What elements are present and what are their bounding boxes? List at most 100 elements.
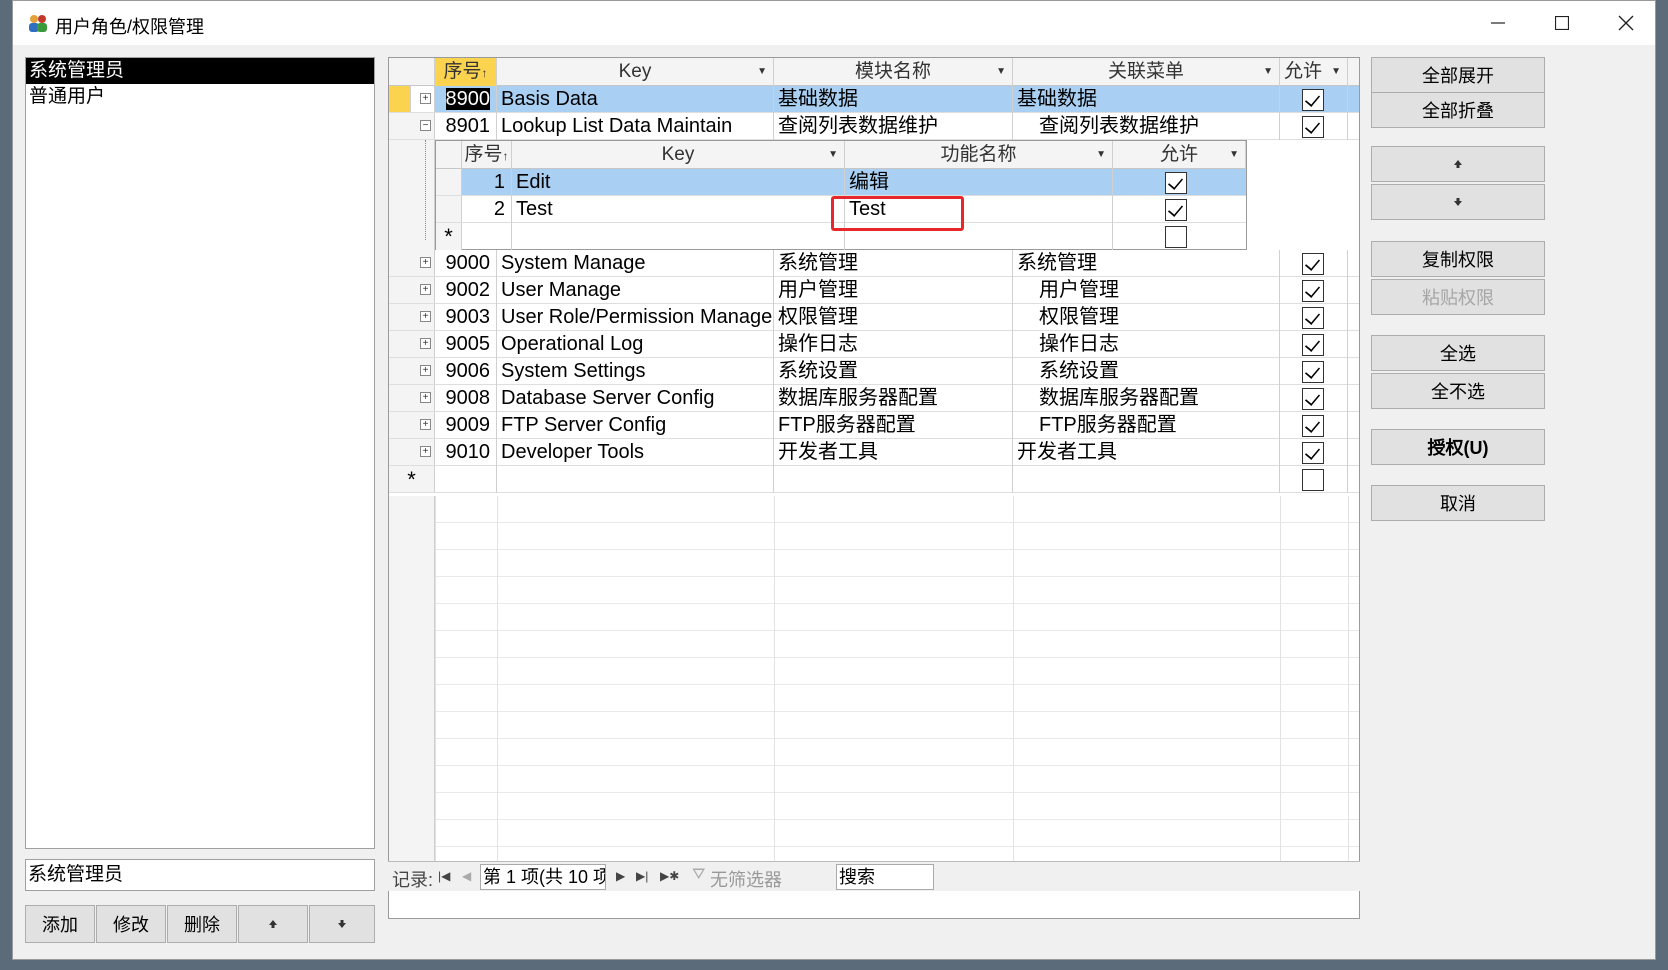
cell-key[interactable]: System Settings [497,358,774,385]
select-all-button[interactable]: 全选 [1371,335,1545,371]
cell-key[interactable]: Test [512,196,845,223]
expand-all-button[interactable]: 全部展开 [1371,57,1545,93]
cell-menu[interactable] [1013,466,1280,493]
cell-key[interactable]: System Manage [497,250,774,277]
cell-seq[interactable]: 1 [462,169,512,196]
cell-menu[interactable]: 权限管理 [1013,304,1280,331]
cell-seq[interactable]: 9005 [435,331,497,358]
filter-status[interactable]: 无筛选器 [710,866,782,892]
cell-key[interactable] [497,466,774,493]
cell-key[interactable]: User Manage [497,277,774,304]
table-row[interactable]: + 9010 Developer Tools 开发者工具 开发者工具 [389,439,1359,466]
cell-key[interactable]: FTP Server Config [497,412,774,439]
expand-plus-icon[interactable]: + [420,311,431,322]
collapse-all-button[interactable]: 全部折叠 [1371,92,1545,128]
column-header-module[interactable]: 模块名称 ▼ [774,58,1013,86]
cell-menu[interactable]: 查阅列表数据维护 [1013,113,1280,140]
cell-menu[interactable]: 系统管理 [1013,250,1280,277]
select-all-corner[interactable] [389,58,435,86]
allow-checkbox[interactable] [1302,388,1324,410]
move-up-role-button[interactable] [238,905,308,943]
filter-dropdown-icon[interactable]: ▼ [757,58,767,86]
cell-menu[interactable]: 操作日志 [1013,331,1280,358]
cell-key[interactable] [512,223,845,250]
cell-module[interactable]: 权限管理 [774,304,1013,331]
permission-grid[interactable]: 序号↑ Key ▼ 模块名称 ▼ 关联菜单 ▼ 允许 ▼ + 8900 Basis Da… [388,57,1360,919]
allow-checkbox[interactable] [1302,334,1324,356]
cell-seq[interactable]: 9003 [435,304,497,331]
table-row[interactable]: + 9000 System Manage 系统管理 系统管理 [389,250,1359,277]
cell-seq[interactable] [435,466,497,493]
maximize-button[interactable] [1531,1,1593,45]
first-record-icon[interactable]: |◀ [438,869,450,883]
row-selector[interactable] [436,169,462,195]
expand-plus-icon[interactable]: + [420,257,431,268]
next-record-icon[interactable]: ▶ [616,869,625,883]
allow-checkbox[interactable] [1302,415,1324,437]
cell-module[interactable]: FTP服务器配置 [774,412,1013,439]
cell-module[interactable] [774,466,1013,493]
cell-seq[interactable]: 9000 [435,250,497,277]
select-none-button[interactable]: 全不选 [1371,373,1545,409]
allow-checkbox[interactable] [1302,253,1324,275]
cell-menu[interactable]: 基础数据 [1013,86,1280,113]
filter-dropdown-icon[interactable]: ▼ [828,141,838,169]
move-down-button[interactable] [1371,184,1545,220]
allow-checkbox[interactable] [1165,199,1187,221]
move-down-role-button[interactable] [309,905,375,943]
role-name-input[interactable]: 系统管理员 [25,859,375,891]
expand-plus-icon[interactable]: + [420,93,431,104]
filter-dropdown-icon[interactable]: ▼ [1096,141,1106,169]
row-selector[interactable] [389,86,411,112]
expand-plus-icon[interactable]: + [420,284,431,295]
cell-menu[interactable]: 开发者工具 [1013,439,1280,466]
subgrid-row[interactable]: 1 Edit 编辑 [436,169,1246,196]
subgrid-header-key[interactable]: Key ▼ [512,141,845,169]
allow-checkbox[interactable] [1302,361,1324,383]
column-header-allow[interactable]: 允许 ▼ [1280,58,1348,86]
cell-seq[interactable]: 9009 [435,412,497,439]
cell-seq[interactable]: 9002 [435,277,497,304]
close-button[interactable] [1595,1,1657,45]
role-item-user[interactable]: 普通用户 [26,84,374,110]
paste-permission-button[interactable]: 粘贴权限 [1371,279,1545,315]
cell-key[interactable]: Basis Data [497,86,774,113]
function-subgrid[interactable]: 序号↑ Key ▼ 功能名称 ▼ 允许 ▼ 1 Edit 编辑 2 Test Test… [435,140,1247,250]
filter-dropdown-icon[interactable]: ▼ [1229,141,1239,169]
prev-record-icon[interactable]: ◀ [462,869,471,883]
grid-new-row[interactable]: * [389,466,1359,493]
cell-module[interactable]: 用户管理 [774,277,1013,304]
cell-module[interactable]: 系统管理 [774,250,1013,277]
allow-checkbox[interactable] [1302,469,1324,491]
cell-seq[interactable]: 9010 [435,439,497,466]
row-selector[interactable] [436,196,462,222]
cell-key[interactable]: Lookup List Data Maintain [497,113,774,140]
filter-dropdown-icon[interactable]: ▼ [996,58,1006,86]
search-input[interactable]: 搜索 [836,864,934,890]
copy-permission-button[interactable]: 复制权限 [1371,241,1545,277]
move-up-button[interactable] [1371,146,1545,182]
edit-role-button[interactable]: 修改 [96,905,166,943]
authorize-button[interactable]: 授权(U) [1371,429,1545,465]
cell-seq[interactable]: 8900 [435,86,497,113]
allow-checkbox[interactable] [1302,442,1324,464]
allow-checkbox[interactable] [1165,172,1187,194]
role-list[interactable]: 系统管理员 普通用户 [25,57,375,849]
table-row[interactable]: + 9005 Operational Log 操作日志 操作日志 [389,331,1359,358]
filter-dropdown-icon[interactable]: ▼ [1263,58,1273,86]
cell-key[interactable]: Database Server Config [497,385,774,412]
subgrid-header-func[interactable]: 功能名称 ▼ [845,141,1113,169]
cell-func[interactable]: 编辑 [845,169,1113,196]
last-record-icon[interactable]: ▶| [636,869,648,883]
cell-menu[interactable]: FTP服务器配置 [1013,412,1280,439]
column-header-key[interactable]: Key ▼ [497,58,774,86]
delete-role-button[interactable]: 删除 [167,905,237,943]
role-item-admin[interactable]: 系统管理员 [26,58,374,84]
table-row[interactable]: + 8900 Basis Data 基础数据 基础数据 [389,86,1359,113]
table-row[interactable]: + 9009 FTP Server Config FTP服务器配置 FTP服务器… [389,412,1359,439]
cancel-button[interactable]: 取消 [1371,485,1545,521]
cell-key[interactable]: Developer Tools [497,439,774,466]
table-row[interactable]: − 8901 Lookup List Data Maintain 查阅列表数据维… [389,113,1359,140]
minimize-button[interactable] [1467,1,1529,45]
expand-plus-icon[interactable]: + [420,446,431,457]
